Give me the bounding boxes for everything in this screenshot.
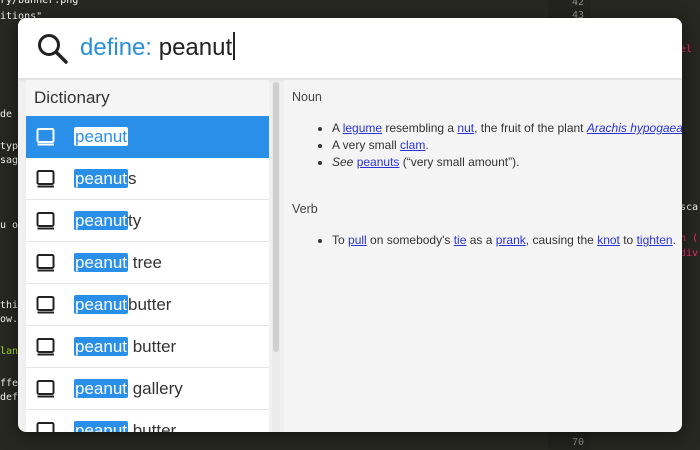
book-icon — [36, 128, 56, 146]
results-scrollbar[interactable] — [272, 80, 280, 432]
result-suffix: tree — [128, 253, 163, 272]
editor-line: thi — [0, 300, 19, 311]
match-highlight: peanut — [74, 211, 128, 230]
definition-link[interactable]: nut — [457, 121, 474, 135]
definition-text: , the fruit of the plant — [474, 121, 587, 135]
definition-link[interactable]: legume — [343, 121, 382, 135]
result-suffix: ty — [128, 211, 142, 230]
definition-link[interactable]: clam — [400, 138, 425, 152]
definition-text: (“very small amount”). — [399, 155, 520, 169]
book-icon — [36, 380, 56, 398]
editor-line: ow. — [0, 314, 19, 325]
book-icon — [36, 296, 56, 314]
editor-line: div — [680, 248, 699, 259]
definition-text: A — [332, 121, 343, 135]
definition-item: To pull on somebody's tie as a prank, ca… — [332, 232, 682, 249]
text-caret — [233, 32, 235, 60]
match-highlight: peanut — [74, 379, 128, 398]
book-icon — [36, 254, 56, 272]
definition-text: . — [425, 138, 429, 152]
definition-text: to — [619, 233, 637, 247]
verb-definitions: To pull on somebody's tie as a prank, ca… — [308, 232, 682, 249]
book-icon — [36, 170, 56, 188]
definition-text: A very small — [332, 138, 401, 152]
definition-text: on somebody's — [366, 233, 454, 247]
match-highlight: peanut — [74, 169, 128, 188]
definition-text: See — [332, 155, 354, 169]
result-item-label: peanuts — [74, 167, 137, 191]
result-item[interactable]: peanut butter — [26, 410, 269, 432]
result-item-label: peanut — [74, 125, 128, 149]
search-input[interactable]: define: peanut — [80, 32, 235, 64]
definition-text: resembling a — [382, 121, 458, 135]
editor-line: de — [0, 109, 13, 120]
definition-text: To — [332, 233, 349, 247]
definition-item: See peanuts (“very small amount”). — [332, 154, 682, 171]
book-icon — [36, 338, 56, 356]
result-suffix: butter — [128, 295, 172, 314]
search-icon — [38, 34, 68, 64]
definition-pane: Noun A legume resembling a nut, the frui… — [284, 80, 682, 432]
result-item-label: peanutbutter — [74, 293, 171, 317]
editor-line: def — [0, 392, 19, 403]
definition-link[interactable]: tighten — [637, 233, 673, 247]
result-item-label: peanutty — [74, 209, 141, 233]
match-highlight: peanut — [74, 253, 128, 272]
editor-line: ry/banner.png" — [0, 0, 85, 6]
editor-line: ffe — [0, 378, 19, 389]
book-icon — [36, 422, 56, 432]
definition-link[interactable]: tie — [454, 233, 467, 247]
result-item[interactable]: peanut tree — [26, 242, 269, 284]
editor-line: n ( — [680, 233, 699, 244]
result-item-label: peanut gallery — [74, 377, 183, 401]
editor-line: lan — [0, 346, 19, 357]
noun-definitions: A legume resembling a nut, the fruit of … — [308, 120, 682, 171]
verb-label: Verb — [292, 202, 318, 216]
definition-item: A very small clam. — [332, 137, 682, 154]
result-item[interactable]: peanutbutter — [26, 284, 269, 326]
scrollbar-thumb[interactable] — [273, 82, 279, 352]
editor-line: sag — [0, 155, 19, 166]
result-item[interactable]: peanut butter — [26, 326, 269, 368]
line-number: 42 — [571, 0, 584, 8]
definition-link[interactable]: pull — [348, 233, 367, 247]
book-icon — [36, 212, 56, 230]
result-suffix: gallery — [128, 379, 183, 398]
results-list: Dictionary peanut peanuts peanutty peanut t… — [26, 80, 269, 432]
result-item[interactable]: peanuts — [26, 158, 269, 200]
result-item[interactable]: peanut — [26, 116, 269, 158]
definition-link[interactable]: peanuts — [357, 155, 400, 169]
result-item[interactable]: peanut gallery — [26, 368, 269, 410]
command-palette: define: peanut Dictionary peanut peanuts p… — [18, 18, 682, 432]
definition-link[interactable]: prank — [496, 233, 526, 247]
match-highlight: peanut — [74, 127, 128, 146]
editor-line: sca — [680, 202, 699, 213]
definition-link[interactable]: Arachis hypogaea — [587, 121, 682, 135]
result-item-label: peanut butter — [74, 419, 176, 432]
match-highlight: peanut — [74, 337, 128, 356]
search-bar[interactable]: define: peanut — [18, 18, 682, 78]
result-item[interactable]: peanutty — [26, 200, 269, 242]
match-highlight: peanut — [74, 295, 128, 314]
result-suffix: s — [128, 169, 137, 188]
match-highlight: peanut — [74, 421, 128, 432]
result-item-label: peanut tree — [74, 251, 162, 275]
search-query: peanut — [152, 34, 233, 61]
result-suffix: butter — [128, 421, 177, 432]
result-suffix: butter — [128, 337, 177, 356]
noun-label: Noun — [292, 90, 322, 104]
results-header: Dictionary — [26, 80, 269, 116]
result-item-label: peanut butter — [74, 335, 176, 359]
definition-item: A legume resembling a nut, the fruit of … — [332, 120, 682, 137]
search-prefix: define: — [80, 34, 153, 61]
definition-text: , causing the — [525, 233, 598, 247]
definition-text: as a — [466, 233, 496, 247]
definition-text: . — [672, 233, 676, 247]
editor-line: u o — [0, 220, 19, 231]
definition-link[interactable]: knot — [597, 233, 620, 247]
line-number: 70 — [571, 437, 584, 448]
